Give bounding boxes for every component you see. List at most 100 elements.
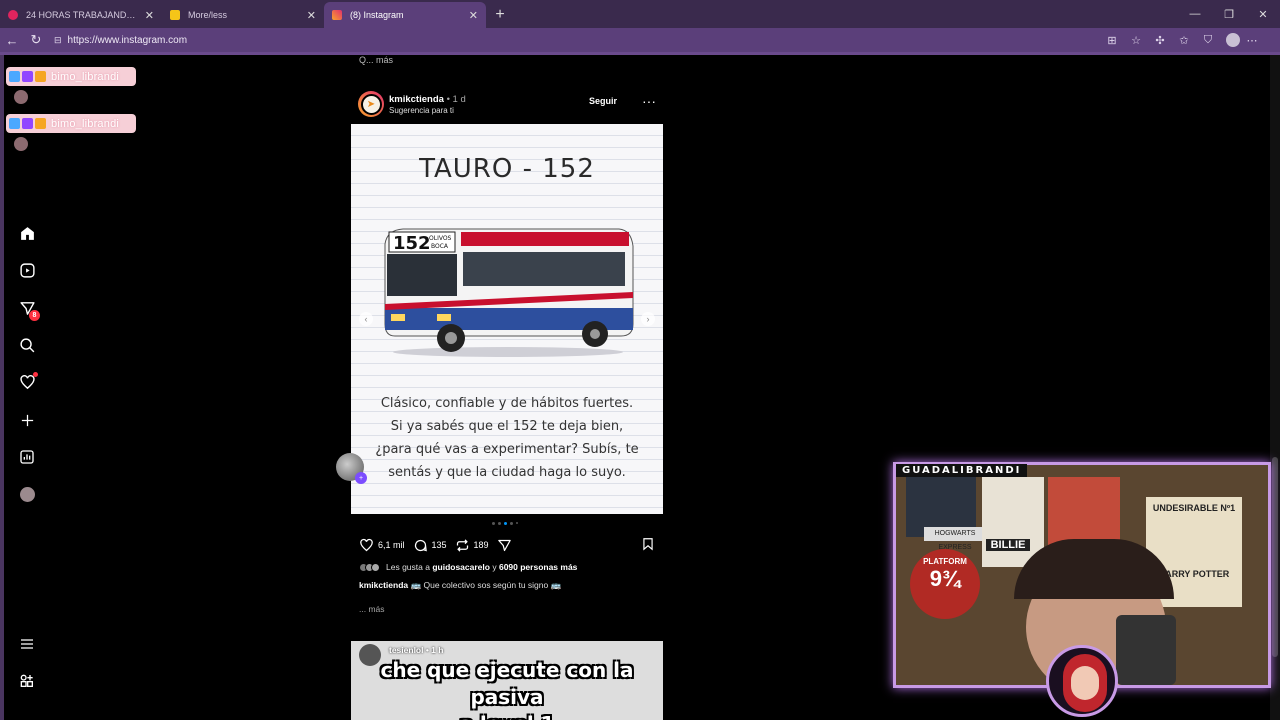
comment-count: 135 — [431, 540, 447, 550]
dashboard-icon[interactable] — [16, 446, 38, 468]
media-text-line: sentás y que la ciudad haga lo suyo. — [388, 465, 626, 480]
heart-icon — [360, 538, 373, 551]
scrollbar-thumb[interactable] — [1272, 457, 1278, 657]
carousel-next-icon[interactable]: › — [641, 312, 655, 326]
poster-text: UNDESIRABLE Nº1 — [1152, 503, 1236, 513]
carousel-dot — [498, 522, 501, 525]
media-text-line: Clásico, confiable y de hábitos fuertes. — [380, 396, 634, 411]
notifications-heart-icon[interactable] — [16, 371, 38, 393]
reels-icon[interactable] — [16, 259, 38, 281]
app-install-icon[interactable]: ⊞ — [1100, 28, 1124, 52]
post-media[interactable]: TAURO - 152 152 OLIVOS BOCA Clásico, con… — [351, 124, 663, 514]
close-tab-icon[interactable]: ✕ — [145, 9, 154, 22]
previous-post-more[interactable]: Q... más — [359, 55, 393, 65]
profile-avatar[interactable] — [1226, 33, 1240, 47]
new-tab-button[interactable]: + — [486, 2, 514, 28]
username-text[interactable]: kmikctienda — [389, 94, 444, 105]
more-options-icon[interactable]: ··· — [642, 93, 656, 109]
liked-user[interactable]: guidosacarelo — [432, 562, 490, 572]
minimize-icon[interactable]: — — [1178, 0, 1212, 28]
restore-icon[interactable]: ❐ — [1212, 0, 1246, 28]
close-window-icon[interactable]: ✕ — [1246, 0, 1280, 28]
tab-youtube[interactable]: 24 HORAS TRABAJANDO EN UNA ✕ — [0, 2, 162, 28]
meme-line: che que ejecute con la pasiva — [380, 658, 634, 709]
favorite-star-icon[interactable]: ☆ — [1124, 28, 1148, 52]
meme-text: che que ejecute con la pasiva a level 1 — [351, 657, 663, 720]
platform-number: 9¾ — [929, 566, 961, 591]
comment-icon — [414, 539, 427, 551]
url-text: https://www.instagram.com — [67, 34, 188, 46]
media-text: Clásico, confiable y de hábitos fuertes.… — [371, 392, 643, 484]
home-icon[interactable] — [16, 222, 38, 244]
liked-prefix: Les gusta a — [386, 562, 430, 572]
caption-more-link[interactable]: ... más — [359, 604, 385, 614]
back-icon[interactable]: ← — [0, 28, 24, 52]
carousel-prev-icon[interactable]: ‹ — [359, 312, 373, 326]
tab-more-less[interactable]: More/less ✕ — [162, 2, 324, 28]
save-bookmark-icon[interactable] — [641, 537, 655, 553]
youtube-favicon-icon — [8, 10, 18, 20]
share-icon — [497, 539, 511, 551]
next-post-username[interactable]: tesienlol • 1 h — [389, 645, 443, 655]
caption-text: Que colectivo sos según tu signo — [423, 580, 549, 590]
svg-text:OLIVOS: OLIVOS — [429, 235, 452, 242]
reload-icon[interactable]: ↻ — [24, 28, 48, 52]
share-button[interactable] — [497, 538, 516, 553]
menu-icon[interactable] — [16, 633, 38, 655]
extensions-icon[interactable]: ✣ — [1148, 28, 1172, 52]
microphone — [1116, 615, 1176, 685]
close-tab-icon[interactable]: ✕ — [469, 9, 478, 22]
tab-instagram[interactable]: (8) Instagram ✕ — [324, 2, 486, 28]
carousel-dots — [492, 522, 518, 525]
more-apps-icon[interactable] — [16, 670, 38, 692]
notification-dot — [33, 372, 38, 377]
platform-sign: PLATFORM 9¾ — [910, 549, 980, 619]
messages-icon[interactable]: 8 — [16, 297, 40, 321]
favorites-icon[interactable]: ✩ — [1172, 28, 1196, 52]
more-less-favicon-icon — [170, 10, 180, 20]
chat-username: bimo_librandi — [51, 117, 120, 130]
tab-title: More/less — [188, 10, 228, 20]
tab-title: (8) Instagram — [350, 10, 404, 20]
shield-icon[interactable]: ⛉ — [1196, 28, 1220, 52]
send-logo-icon: ➤ — [360, 93, 382, 115]
like-button[interactable]: 6,1 mil — [359, 538, 405, 553]
site-info-icon[interactable]: ⊟ — [54, 35, 62, 46]
media-title: TAURO - 152 — [419, 154, 595, 184]
create-icon[interactable] — [16, 409, 38, 431]
poster-hogwarts: HOGWARTS EXPRESS — [924, 527, 986, 551]
close-tab-icon[interactable]: ✕ — [307, 9, 316, 22]
bus-emoji-icon: 🚌 — [550, 580, 562, 590]
liked-others[interactable]: 6090 personas más — [499, 562, 577, 572]
follow-button[interactable]: Seguir — [589, 96, 617, 106]
liked-suffix: y — [492, 562, 497, 572]
svg-text:BOCA: BOCA — [431, 243, 449, 250]
post-caption: kmikctienda 🚌 Que colectivo sos según tu… — [359, 580, 561, 591]
search-icon[interactable] — [16, 334, 38, 356]
post-username[interactable]: kmikctienda • 1 d — [389, 94, 466, 105]
profile-icon[interactable] — [16, 483, 38, 505]
tab-title: 24 HORAS TRABAJANDO EN UNA — [26, 10, 139, 20]
avatar-face — [1071, 666, 1099, 700]
streamer-name: GUADALIBRANDI — [896, 464, 1028, 477]
streamer-avatar — [1046, 645, 1118, 717]
notifications-badge: 8 — [29, 310, 40, 321]
browser-tabbar: 24 HORAS TRABAJANDO EN UNA ✕ More/less ✕… — [0, 0, 1280, 28]
repost-count: 189 — [473, 540, 489, 550]
post-avatar[interactable]: ➤ — [358, 91, 384, 117]
comment-button[interactable]: 135 — [413, 538, 447, 553]
settings-menu-icon[interactable]: ⋯ — [1240, 28, 1264, 52]
caption-username[interactable]: kmikctienda — [359, 580, 408, 590]
address-input[interactable]: ⊟ https://www.instagram.com — [54, 30, 187, 50]
liked-by: Les gusta a guidosacarelo y 6090 persona… — [359, 562, 577, 572]
media-text-line: ¿para qué vas a experimentar? Subís, te — [375, 442, 639, 457]
toolbar-right: ⊞ ☆ ✣ ✩ ⛉ ⋯ — [1100, 28, 1264, 52]
next-post[interactable]: tesienlol • 1 h che que ejecute con la p… — [351, 641, 663, 720]
carousel-dot-active — [504, 522, 507, 525]
post-actions: 6,1 mil 135 189 — [359, 536, 659, 554]
instagram-nav: 8 — [10, 55, 46, 720]
floating-profile-avatar[interactable]: + — [336, 453, 367, 484]
scrollbar[interactable] — [1270, 55, 1280, 720]
repost-button[interactable]: 189 — [455, 538, 489, 553]
post-header: ➤ kmikctienda • 1 d Sugerencia para ti S… — [351, 91, 663, 119]
